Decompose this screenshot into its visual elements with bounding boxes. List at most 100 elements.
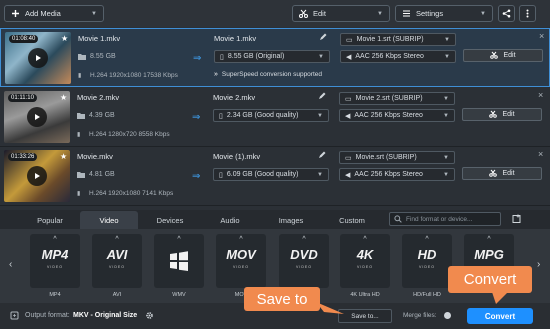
- chevron-down-icon: ▼: [444, 36, 450, 43]
- tab-custom[interactable]: Custom: [324, 211, 380, 229]
- timecode-badge: 01:33:26: [8, 153, 38, 161]
- settings-button[interactable]: Settings ▼: [395, 5, 493, 22]
- chevron-up-icon: ^: [487, 236, 491, 243]
- format-search-input[interactable]: Find format or device...: [389, 212, 501, 226]
- tab-devices[interactable]: Devices: [142, 211, 198, 229]
- video-thumbnail[interactable]: 01:33:26 ★: [4, 150, 70, 202]
- file-row[interactable]: 01:33:26 ★ Movie.mkv 4.81 GB ▮ H.264 192…: [0, 147, 550, 206]
- format-logo-icon: MP4 VIDEO: [41, 247, 69, 269]
- custom-preset-button[interactable]: [510, 212, 524, 226]
- file-row[interactable]: 01:08:40 ★ Movie 1.mkv 8.55 GB ▮ H.264 1…: [0, 28, 550, 87]
- subtitle-dropdown[interactable]: ▭ Movie 1.srt (SUBRIP) ▼: [340, 33, 456, 46]
- audio-icon: ◀: [346, 53, 352, 61]
- share-button[interactable]: [498, 5, 515, 22]
- settings-sliders-icon: [402, 9, 411, 18]
- audio-track-dropdown[interactable]: ◀ AAC 256 Kbps Stereo ▼: [339, 168, 455, 181]
- tab-images[interactable]: Images: [262, 211, 320, 229]
- close-icon[interactable]: ×: [538, 90, 543, 100]
- audio-track-dropdown[interactable]: ◀ AAC 256 Kbps Stereo ▼: [340, 50, 456, 63]
- output-file-name[interactable]: Movie 2.mkv: [213, 93, 255, 102]
- file-icon: ▯: [220, 53, 224, 61]
- output-size-dropdown[interactable]: ▯ 6.09 GB (Good quality) ▼: [213, 168, 329, 181]
- timecode-badge: 01:11:10: [8, 94, 37, 102]
- convert-arrow-icon: ⇒: [192, 112, 201, 123]
- chevron-down-icon: ▼: [317, 171, 323, 178]
- chevron-down-icon: ▼: [443, 95, 449, 102]
- output-format-value[interactable]: MKV - Original Size: [73, 312, 137, 319]
- output-file-name[interactable]: Movie 1.mkv: [214, 34, 256, 43]
- format-preset-card[interactable]: ^: [154, 234, 204, 288]
- merge-files-toggle[interactable]: [444, 312, 451, 319]
- close-icon[interactable]: ×: [539, 31, 544, 41]
- timecode-badge: 01:08:40: [9, 35, 39, 43]
- star-icon[interactable]: ★: [60, 93, 67, 102]
- add-media-button[interactable]: Add Media ▼: [4, 5, 104, 22]
- source-file-name: Movie 2.mkv: [77, 93, 120, 102]
- format-preset-label: AVI: [112, 292, 122, 298]
- play-icon[interactable]: [27, 166, 47, 186]
- edit-file-button[interactable]: Edit: [462, 108, 542, 121]
- output-size-dropdown[interactable]: ▯ 2.34 GB (Good quality) ▼: [213, 109, 329, 122]
- format-preset-card[interactable]: ^ HD VIDEO: [402, 234, 452, 288]
- tab-audio[interactable]: Audio: [202, 211, 258, 229]
- save-to-button[interactable]: Save to...: [338, 309, 392, 323]
- chevron-up-icon: ^: [115, 236, 119, 243]
- play-icon[interactable]: [27, 107, 47, 127]
- star-icon[interactable]: ★: [60, 152, 67, 161]
- file-icon: ▯: [219, 112, 223, 120]
- source-file-size: 4.81 GB: [89, 171, 115, 178]
- pencil-icon[interactable]: [318, 151, 326, 161]
- format-preset-card[interactable]: ^ 4K VIDEO: [340, 234, 390, 288]
- search-icon: [394, 215, 402, 223]
- chevron-left-icon[interactable]: ‹: [9, 259, 12, 270]
- share-icon: [502, 9, 511, 18]
- edit-file-button[interactable]: Edit: [463, 49, 543, 62]
- chevron-down-icon: ▼: [444, 53, 450, 60]
- close-icon[interactable]: ×: [538, 149, 543, 159]
- video-icon: ▮: [77, 132, 81, 138]
- source-file-size: 8.55 GB: [90, 53, 116, 60]
- format-preset-card[interactable]: ^ DVD VIDEO: [279, 234, 329, 288]
- gear-icon[interactable]: [145, 311, 154, 322]
- file-row[interactable]: 01:11:10 ★ Movie 2.mkv 4.39 GB ▮ H.264 1…: [0, 88, 550, 147]
- subtitle-dropdown[interactable]: ▭ Movie 2.srt (SUBRIP) ▼: [339, 92, 455, 105]
- edit-button[interactable]: Edit ▼: [292, 5, 390, 22]
- play-icon[interactable]: [28, 48, 48, 68]
- edit-file-label: Edit: [502, 170, 515, 177]
- format-preset-card[interactable]: ^ MOV VIDEO: [216, 234, 266, 288]
- convert-button[interactable]: Convert: [467, 308, 533, 324]
- subtitle-value: Movie.srt (SUBRIP): [355, 154, 417, 161]
- video-icon: ▮: [77, 191, 81, 197]
- star-icon[interactable]: ★: [61, 34, 68, 43]
- format-preset-card[interactable]: ^ AVI VIDEO: [92, 234, 142, 288]
- convert-label: Convert: [484, 311, 516, 321]
- subtitle-dropdown[interactable]: ▭ Movie.srt (SUBRIP) ▼: [339, 151, 455, 164]
- format-preset-card[interactable]: ^ MP4 VIDEO: [30, 234, 80, 288]
- source-video-info: H.264 1920x1080 17538 Kbps: [90, 72, 178, 79]
- format-logo-icon: MPG: [474, 247, 504, 262]
- format-logo-icon: MOV VIDEO: [226, 247, 256, 269]
- save-to-callout-arrow: [316, 302, 344, 314]
- save-to-label: Save to...: [351, 312, 379, 320]
- audio-value: AAC 256 Kbps Stereo: [354, 171, 423, 178]
- more-menu-button[interactable]: [519, 5, 536, 22]
- audio-track-dropdown[interactable]: ◀ AAC 256 Kbps Stereo ▼: [339, 109, 455, 122]
- format-logo-icon: HD VIDEO: [417, 247, 437, 269]
- chevron-right-icon[interactable]: ›: [537, 259, 540, 270]
- tab-popular[interactable]: Popular: [22, 211, 78, 229]
- video-thumbnail[interactable]: 01:08:40 ★: [5, 32, 71, 84]
- pencil-icon[interactable]: [319, 33, 327, 43]
- chevron-down-icon: ▼: [443, 171, 449, 178]
- output-size-value: 8.55 GB (Original): [227, 53, 285, 60]
- tab-video[interactable]: Video: [80, 211, 138, 229]
- subtitle-value: Movie 1.srt (SUBRIP): [356, 36, 424, 43]
- format-logo-icon: 4K VIDEO: [356, 247, 374, 269]
- output-size-dropdown[interactable]: ▯ 8.55 GB (Original) ▼: [214, 50, 330, 63]
- edit-file-button[interactable]: Edit: [462, 167, 542, 180]
- folder-icon: [77, 112, 85, 121]
- chevron-up-icon: ^: [363, 236, 367, 243]
- output-file-name[interactable]: Movie (1).mkv: [213, 152, 260, 161]
- pencil-icon[interactable]: [318, 92, 326, 102]
- video-thumbnail[interactable]: 01:11:10 ★: [4, 91, 70, 143]
- convert-callout-label: Convert: [463, 271, 517, 288]
